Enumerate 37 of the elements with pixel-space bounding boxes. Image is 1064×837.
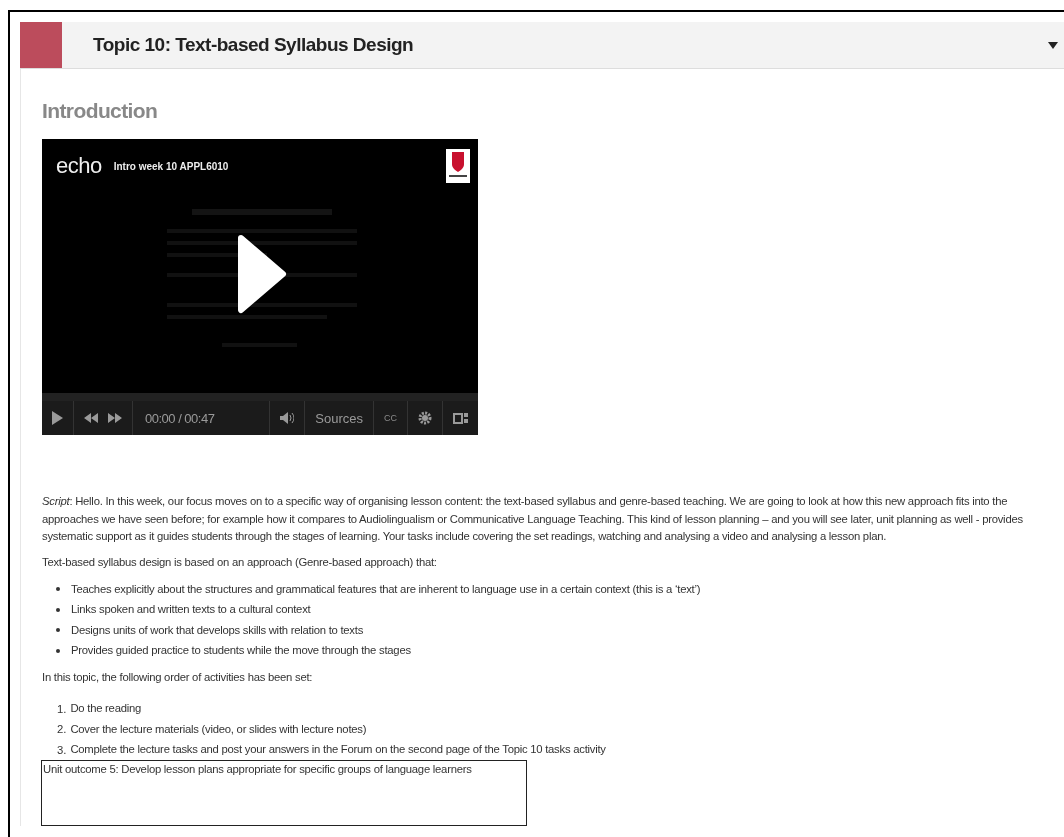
list-item: Designs units of work that develops skills with relation to texts — [71, 622, 364, 638]
script-paragraph: Script: Hello. In this week, our focus moves on to a specific way of organising lesson content: the text-based syllabus and genre-based teaching. We are going to look at how this new approach fits into the approaches we have seen before; for example how it compares to Audiolingualism or Communicative Language Teaching. This kind of lesson planning – and you will see later, unit planning as well - provides systematic support as it guides students through the stages of learning. Your tasks include covering the set readings, watching and analysing a video and analysing a lesson plan. — [42, 494, 1024, 544]
sources-button[interactable]: Sources — [305, 401, 374, 435]
section-title: Topic 10: Text-based Syllabus Design — [93, 34, 415, 56]
section-heading: Introduction — [42, 98, 159, 124]
bullet-icon — [56, 628, 60, 633]
list-item: Links spoken and written texts to a cultural context — [71, 602, 311, 617]
list-item: Provides guided practice to students while the move through the stages — [71, 643, 411, 658]
forward-icon — [108, 413, 122, 423]
volume-button[interactable] — [269, 401, 306, 435]
outcome-box: Unit outcome 5: Develop lesson plans appropriate for specific groups of language learners — [41, 760, 527, 826]
play-icon — [52, 411, 63, 425]
list-item: Cover the lecture materials (video, or slides with lecture notes) — [70, 721, 367, 737]
section-swatch — [20, 22, 62, 68]
bullet-icon — [56, 587, 60, 592]
player-logo: echo — [56, 153, 102, 179]
order-intro: In this topic, the following order of activities has been set: — [42, 670, 314, 685]
settings-icon — [418, 411, 432, 425]
captions-button[interactable]: CC — [374, 401, 408, 435]
layout-icon — [453, 412, 468, 424]
approach-intro: Text-based syllabus design is based on an approach (Genre-based approach) that: — [42, 554, 438, 570]
play-overlay-icon[interactable] — [237, 234, 287, 314]
section-header[interactable]: Topic 10: Text-based Syllabus Design — [20, 22, 1064, 69]
video-title: Intro week 10 APPL6010 — [113, 160, 230, 172]
step-number: 2. — [57, 723, 67, 736]
time-display: 00:00 / 00:47 — [144, 410, 216, 426]
volume-icon — [280, 412, 295, 424]
list-item: Teaches explicitly about the structures and grammatical features that are inherent to language use in a certain context (this is a ‘text’) — [71, 581, 701, 597]
caret-icon[interactable] — [1048, 41, 1058, 49]
rewind-icon — [84, 413, 98, 423]
crest-icon — [446, 149, 470, 183]
step-number: 1. — [57, 702, 67, 715]
list-item: Complete the lecture tasks and post your answers in the Forum on the second page of the Topic 10 tasks activity — [70, 742, 606, 757]
list-item: Do the reading — [70, 701, 142, 716]
bullet-icon — [56, 607, 60, 612]
step-number: 3. — [57, 743, 67, 756]
bullet-icon — [56, 648, 60, 653]
